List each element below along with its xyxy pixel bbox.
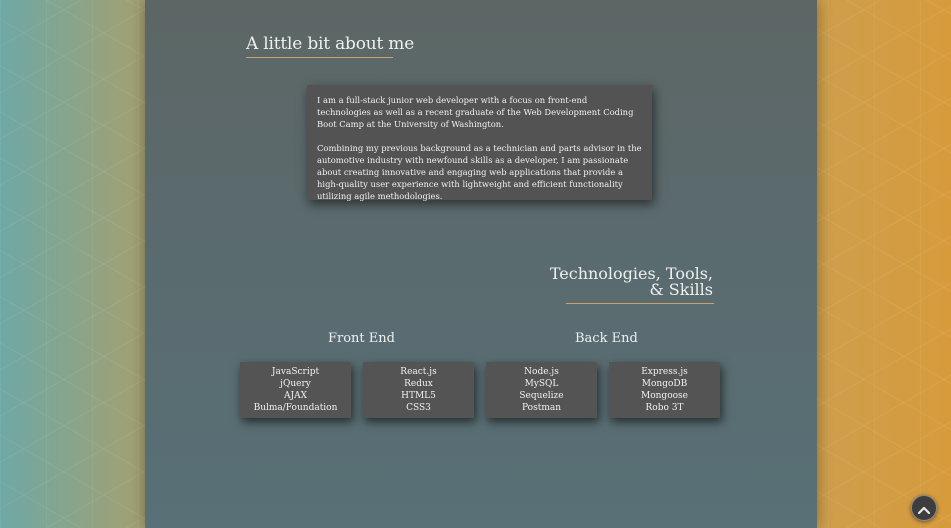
skill-box-back-2: Express.js MongoDB Mongoose Robo 3T bbox=[609, 362, 720, 418]
about-card: I am a full-stack junior web developer w… bbox=[307, 85, 652, 201]
skill-item: Node.js bbox=[524, 367, 559, 377]
skill-item: JavaScript bbox=[271, 367, 320, 377]
skill-item: jQuery bbox=[280, 379, 311, 389]
skill-item: React.js bbox=[400, 367, 437, 377]
skill-item: Express.js bbox=[641, 367, 688, 377]
about-paragraph-2: Combining my previous background as a te… bbox=[317, 143, 642, 201]
skills-title-underline bbox=[566, 303, 714, 304]
skill-item: Robo 3T bbox=[645, 403, 684, 413]
about-title: A little bit about me bbox=[246, 34, 415, 54]
skill-item: Redux bbox=[404, 379, 433, 389]
skill-item: MongoDB bbox=[641, 379, 688, 389]
skill-item: Mongoose bbox=[641, 391, 688, 401]
front-end-heading: Front End bbox=[328, 331, 395, 346]
skill-item: Bulma/Foundation bbox=[253, 403, 338, 413]
back-end-heading: Back End bbox=[575, 331, 638, 346]
skill-item: HTML5 bbox=[401, 391, 436, 401]
about-title-underline bbox=[246, 57, 393, 58]
main-panel: A little bit about me I am a full-stack … bbox=[145, 0, 817, 528]
skill-box-front-1: JavaScript jQuery AJAX Bulma/Foundation bbox=[240, 362, 351, 418]
skills-title-line-2: & Skills bbox=[649, 280, 713, 299]
skill-item: Postman bbox=[521, 403, 562, 413]
about-paragraph-1: I am a full-stack junior web developer w… bbox=[317, 95, 634, 129]
skill-item: CSS3 bbox=[406, 403, 431, 413]
skill-box-front-2: React.js Redux HTML5 CSS3 bbox=[363, 362, 474, 418]
chevron-up-icon bbox=[917, 499, 931, 518]
scroll-to-top-button[interactable] bbox=[911, 495, 937, 521]
skill-item: AJAX bbox=[283, 391, 307, 401]
skill-box-back-1: Node.js MySQL Sequelize Postman bbox=[486, 362, 597, 418]
skill-item: MySQL bbox=[524, 379, 559, 389]
skills-title: Technologies, Tools, & Skills bbox=[550, 266, 713, 298]
skill-item: Sequelize bbox=[519, 391, 564, 401]
